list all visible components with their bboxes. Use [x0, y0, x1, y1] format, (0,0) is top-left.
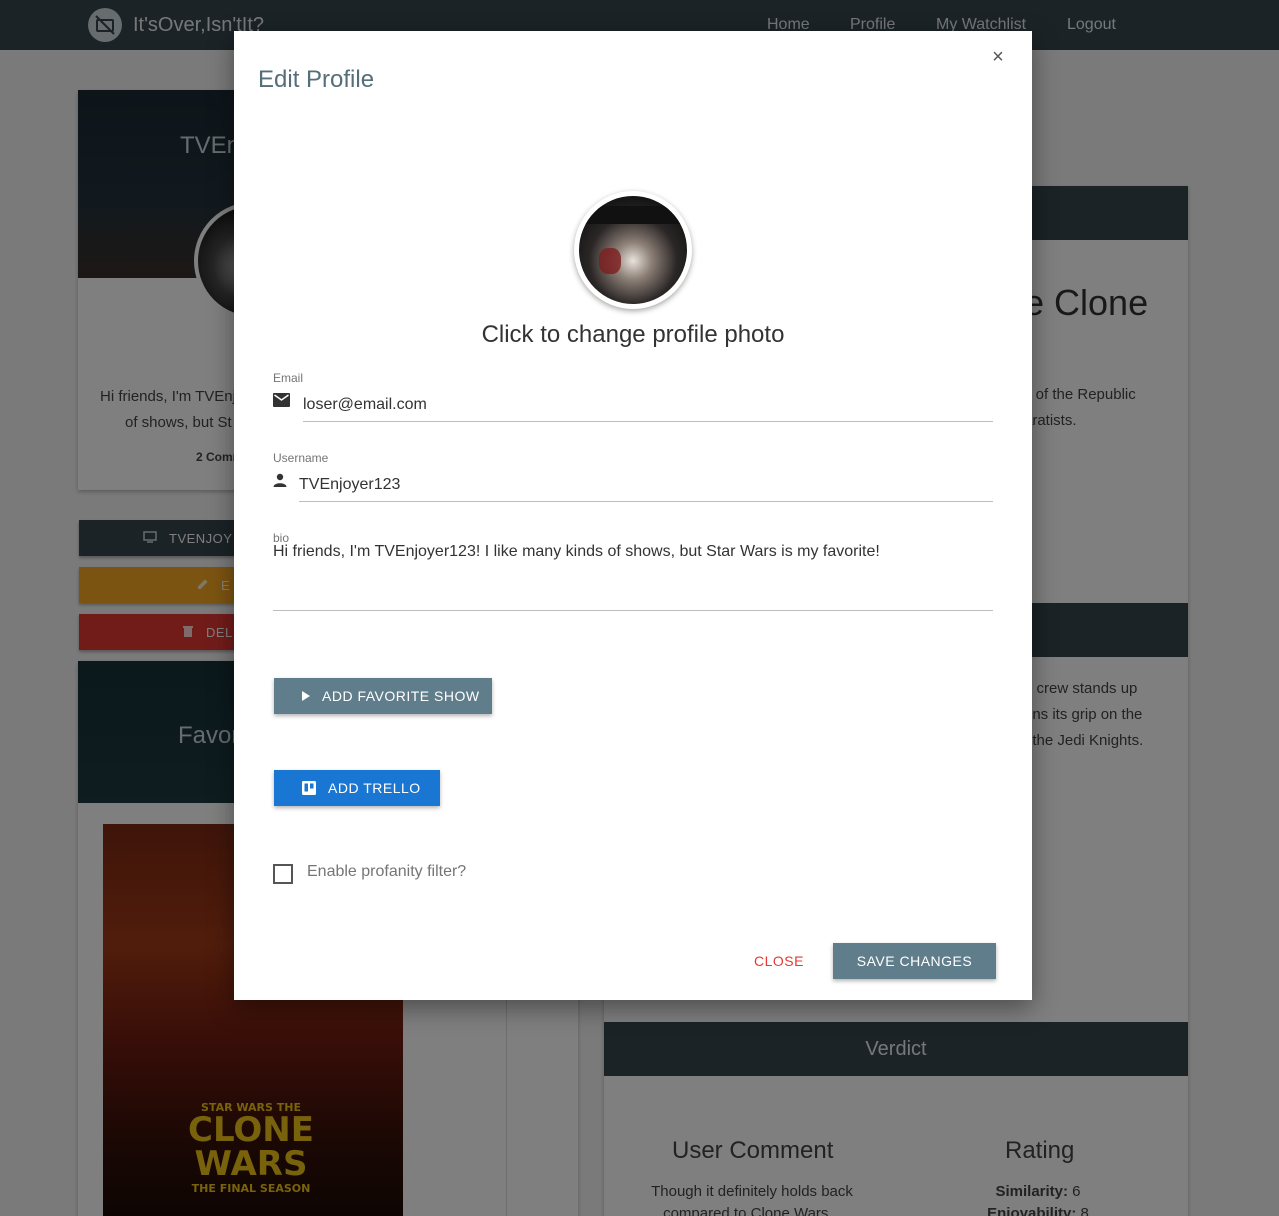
profile-photo-avatar[interactable] [574, 191, 692, 309]
play-icon [302, 691, 310, 701]
trello-icon [302, 781, 316, 795]
email-input[interactable] [303, 389, 993, 422]
close-icon[interactable]: × [989, 47, 1007, 67]
email-row [273, 389, 993, 422]
email-field: Email [273, 371, 993, 422]
save-changes-button[interactable]: SAVE CHANGES [833, 943, 996, 979]
close-button[interactable]: CLOSE [746, 943, 812, 979]
profanity-filter-label[interactable]: Enable profanity filter? [307, 863, 466, 881]
person-icon [273, 473, 291, 491]
avatar-image-accent [599, 248, 621, 274]
change-photo-caption[interactable]: Click to change profile photo [234, 321, 1032, 349]
bio-textarea[interactable]: Hi friends, I'm TVEnjoyer123! I like man… [273, 541, 993, 611]
username-label: Username [273, 451, 329, 465]
mail-icon [273, 393, 291, 411]
add-favorite-show-label: ADD FAVORITE SHOW [322, 688, 480, 704]
modal-title: Edit Profile [258, 66, 375, 93]
profanity-filter-checkbox[interactable] [273, 864, 293, 884]
avatar-image [579, 196, 687, 304]
email-label: Email [273, 371, 304, 385]
username-row [273, 469, 993, 502]
username-field: Username [273, 451, 993, 502]
avatar-image-band [579, 206, 687, 224]
add-trello-label: ADD TRELLO [328, 780, 421, 796]
username-input[interactable] [299, 469, 993, 502]
add-favorite-show-button[interactable]: ADD FAVORITE SHOW [274, 678, 492, 714]
bio-field: bio Hi friends, I'm TVEnjoyer123! I like… [273, 531, 993, 631]
edit-profile-modal: Edit Profile × Click to change profile p… [234, 31, 1032, 1000]
add-trello-button[interactable]: ADD TRELLO [274, 770, 440, 806]
